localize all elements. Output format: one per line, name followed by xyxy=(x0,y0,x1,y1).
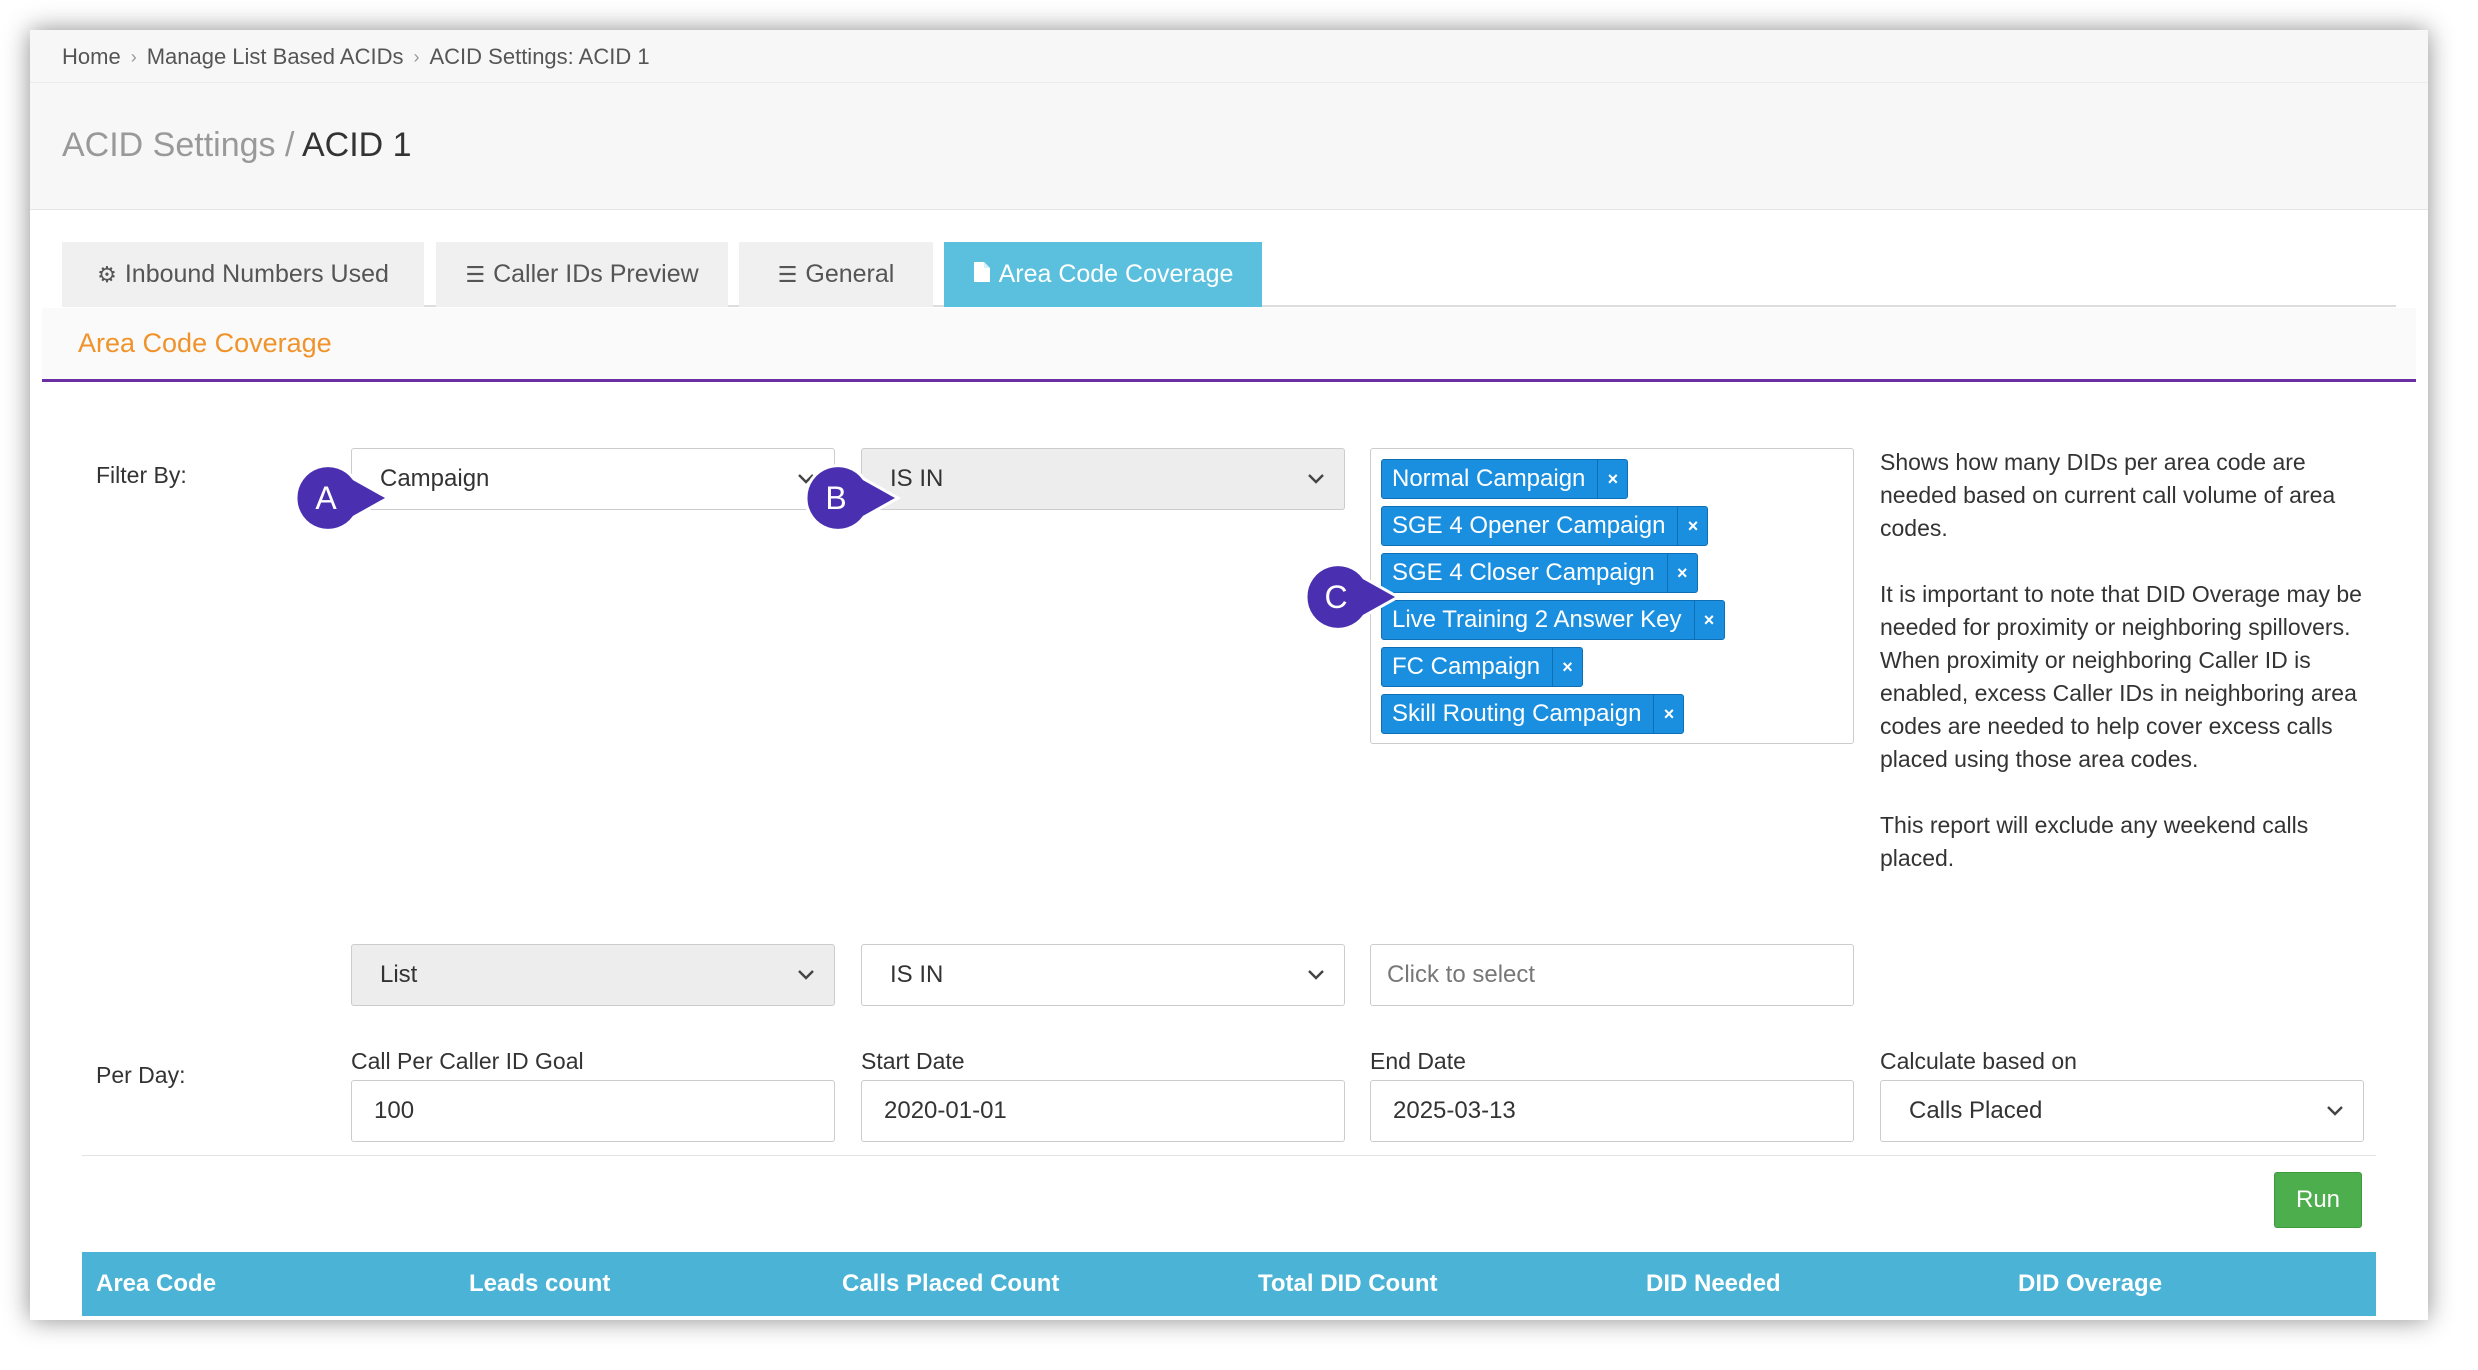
filter2-values-input[interactable]: Click to select xyxy=(1370,944,1854,1006)
calculate-label: Calculate based on xyxy=(1880,1048,2077,1074)
page-title-current: ACID 1 xyxy=(302,126,412,164)
filter-field-select[interactable]: Campaign xyxy=(351,448,835,510)
tag-sge4-opener-campaign: SGE 4 Opener Campaign × xyxy=(1381,506,1709,546)
column-did-overage[interactable]: DID Overage xyxy=(2018,1252,2162,1316)
filter2-field-select[interactable]: List xyxy=(351,944,835,1006)
tag-normal-campaign: Normal Campaign × xyxy=(1381,459,1629,499)
remove-tag-icon[interactable]: × xyxy=(1693,601,1724,639)
goal-input[interactable]: 100 xyxy=(351,1080,835,1142)
tag-live-training-2-answer-key: Live Training 2 Answer Key × xyxy=(1381,600,1725,640)
gear-icon: ⚙ xyxy=(97,261,117,287)
breadcrumb-manage-acids[interactable]: Manage List Based ACIDs xyxy=(147,44,404,70)
filter2-operator-select[interactable]: IS IN xyxy=(861,944,1345,1006)
chevron-down-icon xyxy=(2327,1106,2343,1116)
end-date-label: End Date xyxy=(1370,1048,1466,1074)
per-day-label: Per Day: xyxy=(96,1062,186,1088)
callout-a: A xyxy=(294,464,392,532)
remove-tag-icon[interactable]: × xyxy=(1666,554,1697,592)
tag-fc-campaign: FC Campaign × xyxy=(1381,647,1584,687)
form-divider xyxy=(82,1155,2376,1156)
start-date-value: 2020-01-01 xyxy=(884,1097,1007,1124)
tab-area-code-coverage[interactable]: Area Code Coverage xyxy=(944,242,1262,307)
tab-label: Caller IDs Preview xyxy=(493,260,699,288)
chevron-down-icon xyxy=(1308,474,1324,484)
tab-label: Area Code Coverage xyxy=(998,260,1234,288)
column-area-code[interactable]: Area Code xyxy=(96,1252,216,1316)
tab-inbound-numbers-used[interactable]: ⚙ Inbound Numbers Used xyxy=(62,242,424,307)
tab-caller-ids-preview[interactable]: ☰ Caller IDs Preview xyxy=(436,242,728,307)
filter2-operator-value: IS IN xyxy=(890,961,944,988)
tag-label: Live Training 2 Answer Key xyxy=(1392,606,1682,633)
callout-c: C xyxy=(1304,563,1402,631)
breadcrumb-home[interactable]: Home xyxy=(62,44,121,70)
start-date-label: Start Date xyxy=(861,1048,965,1074)
end-date-input[interactable]: 2025-03-13 xyxy=(1370,1080,1854,1142)
callout-c-letter: C xyxy=(1324,579,1347,615)
section-header: Area Code Coverage xyxy=(42,308,2416,382)
filter2-field-value: List xyxy=(380,961,418,988)
tag-label: FC Campaign xyxy=(1392,653,1541,680)
tab-bar: ⚙ Inbound Numbers Used ☰ Caller IDs Prev… xyxy=(62,242,2396,307)
filter-operator-select[interactable]: IS IN xyxy=(861,448,1345,510)
list-ol-icon: ☰ xyxy=(777,261,798,287)
file-icon xyxy=(973,261,991,289)
help-paragraph: It is important to note that DID Overage… xyxy=(1880,581,2362,772)
tab-label: Inbound Numbers Used xyxy=(124,260,389,288)
tab-general[interactable]: ☰ General xyxy=(739,242,933,307)
goal-value: 100 xyxy=(374,1097,415,1124)
remove-tag-icon[interactable]: × xyxy=(1552,648,1582,686)
filter-field-value: Campaign xyxy=(380,465,490,492)
calculate-value: Calls Placed xyxy=(1909,1097,2043,1124)
tag-label: SGE 4 Opener Campaign xyxy=(1392,512,1666,539)
chevron-down-icon xyxy=(798,970,814,980)
callout-b: B xyxy=(804,464,902,532)
tag-label: Skill Routing Campaign xyxy=(1392,700,1642,727)
filter-values-multiselect[interactable]: Normal Campaign × SGE 4 Opener Campaign … xyxy=(1370,448,1854,744)
tab-label: General xyxy=(805,260,895,288)
breadcrumb: Home › Manage List Based ACIDs › ACID Se… xyxy=(62,42,650,72)
tag-label: SGE 4 Closer Campaign xyxy=(1392,559,1655,586)
chevron-down-icon xyxy=(1308,970,1324,980)
column-leads-count[interactable]: Leads count xyxy=(469,1252,610,1316)
remove-tag-icon[interactable]: × xyxy=(1653,695,1683,733)
filter2-placeholder: Click to select xyxy=(1387,961,1536,988)
app-window: Home › Manage List Based ACIDs › ACID Se… xyxy=(30,30,2428,1320)
goal-label: Call Per Caller ID Goal xyxy=(351,1048,584,1074)
help-paragraph: Shows how many DIDs per area code are ne… xyxy=(1880,449,2336,541)
page-title-separator: / xyxy=(275,126,302,164)
run-button[interactable]: Run xyxy=(2274,1172,2362,1228)
breadcrumb-divider xyxy=(30,82,2428,83)
page-title-parent: ACID Settings xyxy=(62,126,276,164)
end-date-value: 2025-03-13 xyxy=(1393,1097,1516,1124)
breadcrumb-current: ACID Settings: ACID 1 xyxy=(429,44,650,69)
results-table-header: Area Code Leads count Calls Placed Count… xyxy=(82,1252,2376,1316)
section-title: Area Code Coverage xyxy=(78,328,332,358)
calculate-select[interactable]: Calls Placed xyxy=(1880,1080,2364,1142)
column-calls-placed-count[interactable]: Calls Placed Count xyxy=(842,1252,1059,1316)
page-header: Home › Manage List Based ACIDs › ACID Se… xyxy=(30,30,2428,210)
tag-label: Normal Campaign xyxy=(1392,465,1586,492)
help-text: Shows how many DIDs per area code are ne… xyxy=(1880,446,2380,908)
callout-a-letter: A xyxy=(315,480,337,516)
start-date-input[interactable]: 2020-01-01 xyxy=(861,1080,1345,1142)
remove-tag-icon[interactable]: × xyxy=(1597,460,1627,498)
tag-skill-routing-campaign: Skill Routing Campaign × xyxy=(1381,694,1685,734)
callout-b-letter: B xyxy=(825,480,846,516)
filter-by-label: Filter By: xyxy=(96,462,187,488)
tag-sge4-closer-campaign: SGE 4 Closer Campaign × xyxy=(1381,553,1698,593)
page-title: ACID Settings / ACID 1 xyxy=(62,126,412,165)
chevron-right-icon: › xyxy=(413,46,420,67)
remove-tag-icon[interactable]: × xyxy=(1677,507,1707,545)
column-total-did-count[interactable]: Total DID Count xyxy=(1258,1252,1438,1316)
help-paragraph: This report will exclude any weekend cal… xyxy=(1880,812,2309,871)
list-ol-icon: ☰ xyxy=(465,261,486,287)
column-did-needed[interactable]: DID Needed xyxy=(1646,1252,1781,1316)
chevron-right-icon: › xyxy=(130,46,137,67)
